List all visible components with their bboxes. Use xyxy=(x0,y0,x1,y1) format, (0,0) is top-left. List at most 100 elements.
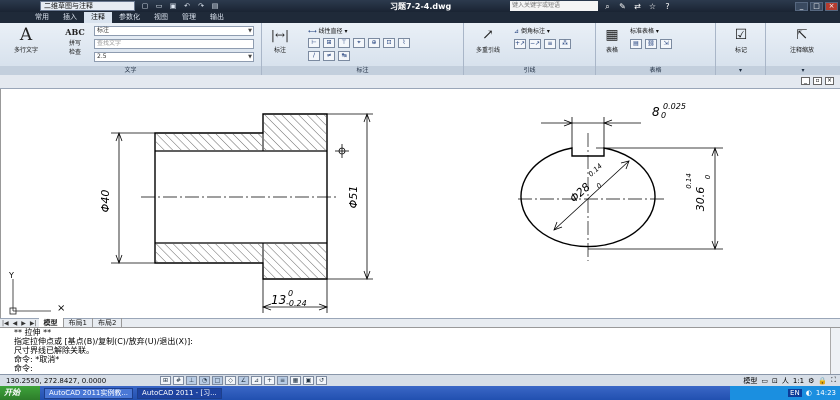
star-icon[interactable]: ☆ xyxy=(647,2,658,11)
leader-style-select[interactable]: ⊿ 倒角标注 ▾ xyxy=(514,26,550,35)
inspect-icon[interactable]: ⊡ xyxy=(383,38,395,48)
extract-icon[interactable]: ⇲ xyxy=(660,39,672,49)
tolerance-icon[interactable]: ⌖ xyxy=(353,38,365,48)
osnap-icon[interactable]: □ xyxy=(212,376,223,385)
sc-icon[interactable]: ↺ xyxy=(316,376,327,385)
taskbar-item-tutorial[interactable]: AutoCAD 2011实例教... xyxy=(44,387,134,399)
first-tab-icon[interactable]: |◀ xyxy=(0,320,11,327)
exchange-icon[interactable]: ⇄ xyxy=(632,2,643,11)
minimize-icon[interactable]: _ xyxy=(801,77,810,85)
snap-icon[interactable]: ⊞ xyxy=(160,376,171,385)
restore-icon[interactable]: ▫ xyxy=(813,77,822,85)
tab-home[interactable]: 常用 xyxy=(28,12,56,23)
qp-icon[interactable]: ▣ xyxy=(303,376,314,385)
continue-dim-icon[interactable]: ⊞ xyxy=(323,38,335,48)
open-icon[interactable]: ▭ xyxy=(153,2,165,11)
mleader-button[interactable]: ↗ 多重引线 xyxy=(468,26,508,54)
tab-view[interactable]: 视图 xyxy=(147,12,175,23)
search-input[interactable]: 键入关键字或短语 xyxy=(510,1,598,11)
table-style-select[interactable]: 标准表格 ▾ xyxy=(630,26,659,35)
grid-icon[interactable]: # xyxy=(173,376,184,385)
redo-icon[interactable]: ↷ xyxy=(195,2,207,11)
spell-check-button[interactable]: ABC 拼写 检查 xyxy=(60,26,90,56)
dim-key8-label: 8 xyxy=(652,105,660,119)
collect-leader-icon[interactable]: ⁂ xyxy=(559,39,571,49)
add-leader-icon[interactable]: +↗ xyxy=(514,39,526,49)
annotation-scale-select[interactable]: 1:1 xyxy=(793,377,804,385)
help-icon[interactable]: ? xyxy=(662,2,673,11)
oblique-icon[interactable]: ∕ xyxy=(308,51,320,61)
3dosnap-icon[interactable]: ◇ xyxy=(225,376,236,385)
break-icon[interactable]: ≠ xyxy=(323,51,335,61)
tools-icon[interactable]: ✎ xyxy=(617,2,628,11)
undo-icon[interactable]: ↶ xyxy=(181,2,193,11)
quick-view-icon[interactable]: ▭ xyxy=(761,377,768,385)
table-button[interactable]: ▦ 表格 xyxy=(600,26,624,54)
find-text-input[interactable]: 查找文字 xyxy=(94,39,254,49)
tab-annotate[interactable]: 注释 xyxy=(84,12,112,23)
text-height-select[interactable]: 2.5 ▼ xyxy=(94,52,254,62)
panel-title-text[interactable]: 文字 xyxy=(0,66,261,75)
panel-title-scale[interactable]: ▾ xyxy=(766,66,840,75)
close-icon[interactable]: × xyxy=(825,77,834,85)
adjust-icon[interactable]: ↹ xyxy=(338,51,350,61)
panel-title-dimension[interactable]: 标注 xyxy=(262,66,463,75)
last-tab-icon[interactable]: ▶| xyxy=(28,320,39,327)
panel-title-leader[interactable]: 引线 xyxy=(464,66,595,75)
dyn-icon[interactable]: + xyxy=(264,376,275,385)
print-icon[interactable]: ▤ xyxy=(209,2,221,11)
command-input[interactable]: 命令: xyxy=(14,364,840,373)
remove-leader-icon[interactable]: −↗ xyxy=(529,39,541,49)
dimension-panel: |↔| 标注 ⟷ 线性直径 ▾ ⊢ ⊞ ⊤ ⌖ ⊕ ⊡ ⌇ ∕ ≠ ↹ 标注 xyxy=(262,23,464,75)
workspace-icon[interactable]: ⚙ xyxy=(808,377,814,385)
close-icon[interactable]: × xyxy=(825,1,838,11)
command-scrollbar[interactable] xyxy=(830,328,840,375)
merge-icon[interactable]: ▤ xyxy=(630,39,642,49)
tab-manage[interactable]: 管理 xyxy=(175,12,203,23)
quick-layout-icon[interactable]: ⊡ xyxy=(772,377,778,385)
lineweight-icon[interactable]: ≡ xyxy=(277,376,288,385)
tray-icon[interactable]: ◐ xyxy=(806,389,812,397)
new-icon[interactable]: ▢ xyxy=(139,2,151,11)
annotation-visibility-icon[interactable]: 人 xyxy=(782,376,789,386)
polar-icon[interactable]: ◔ xyxy=(199,376,210,385)
transparency-icon[interactable]: ▦ xyxy=(290,376,301,385)
taskbar-item-autocad[interactable]: AutoCAD 2011 - [习... xyxy=(137,387,222,399)
ducs-icon[interactable]: ⊿ xyxy=(251,376,262,385)
dim-key8-lower: 0 xyxy=(661,111,666,120)
model-space-button[interactable]: 模型 xyxy=(743,376,757,386)
search-icon[interactable]: ⌕ xyxy=(602,2,613,11)
link-icon[interactable]: ⛓ xyxy=(645,39,657,49)
prev-tab-icon[interactable]: ◀ xyxy=(11,320,20,327)
quick-dim-icon[interactable]: ⊢ xyxy=(308,38,320,48)
baseline-dim-icon[interactable]: ⊤ xyxy=(338,38,350,48)
jog-icon[interactable]: ⌇ xyxy=(398,38,410,48)
drawing-canvas[interactable]: Φ40 Φ51 13 0 -0.24 8 0.025 0 Φ28 0.14 0 … xyxy=(0,89,840,318)
tab-output[interactable]: 输出 xyxy=(203,12,231,23)
command-window[interactable]: ** 拉伸 ** 指定拉伸点或 [基点(B)/复制(C)/放弃(U)/退出(X)… xyxy=(0,327,840,375)
dimension-button[interactable]: |↔| 标注 xyxy=(266,26,294,54)
dim-d28-label: Φ28 xyxy=(567,180,593,205)
start-button[interactable]: 开始 xyxy=(0,386,40,400)
panel-title-markup[interactable]: ▾ xyxy=(716,66,765,75)
workspace-selector[interactable]: 二维草图与注释 xyxy=(40,1,135,11)
lock-icon[interactable]: 🔒 xyxy=(818,377,827,385)
maximize-icon[interactable]: □ xyxy=(810,1,823,11)
mtext-button[interactable]: A 多行文字 xyxy=(6,26,46,55)
center-mark-icon[interactable]: ⊕ xyxy=(368,38,380,48)
language-indicator[interactable]: EN xyxy=(788,389,802,397)
tab-insert[interactable]: 插入 xyxy=(56,12,84,23)
panel-title-table[interactable]: 表格 xyxy=(596,66,715,75)
ortho-icon[interactable]: ⊥ xyxy=(186,376,197,385)
annotation-scale-button[interactable]: ⇱ 注释缩放 xyxy=(772,26,832,54)
fullscreen-icon[interactable]: ⛶ xyxy=(831,376,836,385)
align-leader-icon[interactable]: ≡ xyxy=(544,39,556,49)
text-style-select[interactable]: 标注 ▼ xyxy=(94,26,254,36)
tab-parametric[interactable]: 参数化 xyxy=(112,12,147,23)
linear-dim-button[interactable]: ⟷ 线性直径 ▾ xyxy=(308,26,347,35)
minimize-icon[interactable]: _ xyxy=(795,1,808,11)
next-tab-icon[interactable]: ▶ xyxy=(19,320,28,327)
markup-button[interactable]: ☑ 标记 xyxy=(722,26,760,54)
otrack-icon[interactable]: ∠ xyxy=(238,376,249,385)
save-icon[interactable]: ▣ xyxy=(167,2,179,11)
